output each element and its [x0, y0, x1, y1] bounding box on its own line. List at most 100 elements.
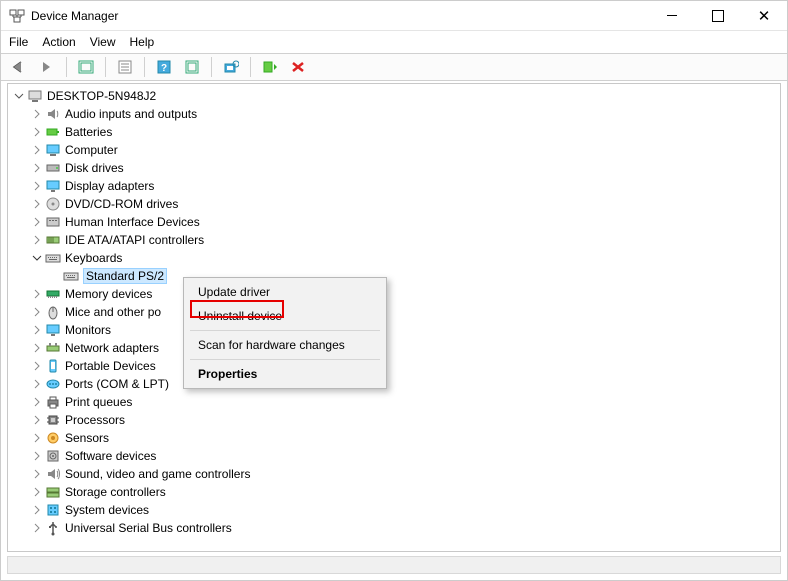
- scan-hardware-button[interactable]: [219, 56, 243, 78]
- mouse-icon: [45, 304, 61, 320]
- chevron-right-icon[interactable]: [30, 305, 44, 319]
- tree-category-label: Monitors: [65, 323, 111, 337]
- chevron-right-icon[interactable]: [30, 449, 44, 463]
- chevron-right-icon[interactable]: [30, 359, 44, 373]
- chevron-right-icon[interactable]: [30, 395, 44, 409]
- tree-category-label: Human Interface Devices: [65, 215, 200, 229]
- computer-icon: [45, 142, 61, 158]
- portable-icon: [45, 358, 61, 374]
- chevron-right-icon[interactable]: [30, 323, 44, 337]
- properties-button[interactable]: [113, 56, 137, 78]
- chevron-right-icon[interactable]: [30, 467, 44, 481]
- tree-category[interactable]: Display adapters: [26, 177, 780, 195]
- context-menu-uninstall-device[interactable]: Uninstall device: [186, 304, 384, 328]
- svg-text:?: ?: [161, 63, 167, 74]
- memory-icon: [45, 286, 61, 302]
- chevron-right-icon[interactable]: [30, 161, 44, 175]
- tree-category[interactable]: Monitors: [26, 321, 780, 339]
- tree-category[interactable]: Disk drives: [26, 159, 780, 177]
- device-tree-panel[interactable]: DESKTOP-5N948J2 Audio inputs and outputs…: [7, 83, 781, 552]
- cpu-icon: [45, 412, 61, 428]
- chevron-right-icon[interactable]: [30, 107, 44, 121]
- show-hide-tree-button[interactable]: [74, 56, 98, 78]
- tree-category[interactable]: Audio inputs and outputs: [26, 105, 780, 123]
- chevron-down-icon[interactable]: [30, 251, 44, 265]
- context-menu-update-driver[interactable]: Update driver: [186, 280, 384, 304]
- tree-device-label-selected: Standard PS/2: [83, 268, 167, 284]
- chevron-right-icon[interactable]: [30, 215, 44, 229]
- action-button[interactable]: [180, 56, 204, 78]
- status-bar: [7, 556, 781, 574]
- tree-category-label: IDE ATA/ATAPI controllers: [65, 233, 204, 247]
- tree-category-label: Storage controllers: [65, 485, 166, 499]
- tree-category[interactable]: Batteries: [26, 123, 780, 141]
- tree-category-label: DVD/CD-ROM drives: [65, 197, 178, 211]
- tree-category-label: Processors: [65, 413, 125, 427]
- tree-root[interactable]: DESKTOP-5N948J2: [8, 87, 780, 105]
- chevron-right-icon[interactable]: [30, 521, 44, 535]
- tree-category[interactable]: Software devices: [26, 447, 780, 465]
- sound-icon: [45, 466, 61, 482]
- hid-icon: [45, 214, 61, 230]
- tree-category[interactable]: IDE ATA/ATAPI controllers: [26, 231, 780, 249]
- chevron-right-icon[interactable]: [30, 125, 44, 139]
- tree-category[interactable]: Memory devices: [26, 285, 780, 303]
- uninstall-button[interactable]: [286, 56, 310, 78]
- chevron-right-icon[interactable]: [30, 503, 44, 517]
- tree-category[interactable]: Sensors: [26, 429, 780, 447]
- tree-category[interactable]: Computer: [26, 141, 780, 159]
- ports-icon: [45, 376, 61, 392]
- tree-category[interactable]: Portable Devices: [26, 357, 780, 375]
- close-button[interactable]: ✕: [741, 1, 787, 31]
- context-menu-scan-hardware[interactable]: Scan for hardware changes: [186, 333, 384, 357]
- context-menu-properties[interactable]: Properties: [186, 362, 384, 386]
- forward-button[interactable]: [35, 56, 59, 78]
- context-menu-separator: [190, 330, 380, 331]
- menu-action[interactable]: Action: [42, 35, 75, 49]
- tree-category-label: Ports (COM & LPT): [65, 377, 169, 391]
- tree-device[interactable]: Standard PS/2: [44, 267, 780, 285]
- chevron-right-icon[interactable]: [30, 143, 44, 157]
- tree-category[interactable]: Human Interface Devices: [26, 213, 780, 231]
- chevron-right-icon[interactable]: [30, 341, 44, 355]
- chevron-right-icon[interactable]: [30, 413, 44, 427]
- tree-category-label: Computer: [65, 143, 118, 157]
- chevron-right-icon[interactable]: [30, 377, 44, 391]
- menu-help[interactable]: Help: [130, 35, 155, 49]
- display-icon: [45, 178, 61, 194]
- disk-icon: [45, 160, 61, 176]
- chevron-down-icon[interactable]: [12, 89, 26, 103]
- software-icon: [45, 448, 61, 464]
- tree-category[interactable]: Universal Serial Bus controllers: [26, 519, 780, 537]
- toolbar: ?: [1, 53, 787, 81]
- chevron-right-icon[interactable]: [30, 197, 44, 211]
- tree-category[interactable]: Processors: [26, 411, 780, 429]
- tree-category[interactable]: Mice and other po: [26, 303, 780, 321]
- tree-category[interactable]: DVD/CD-ROM drives: [26, 195, 780, 213]
- maximize-button[interactable]: [695, 1, 741, 31]
- tree-category[interactable]: System devices: [26, 501, 780, 519]
- chevron-right-icon[interactable]: [30, 179, 44, 193]
- tree-category[interactable]: Storage controllers: [26, 483, 780, 501]
- tree-category[interactable]: Ports (COM & LPT): [26, 375, 780, 393]
- context-menu-separator: [190, 359, 380, 360]
- tree-category-label: Display adapters: [65, 179, 154, 193]
- chevron-right-icon[interactable]: [30, 233, 44, 247]
- menu-view[interactable]: View: [90, 35, 116, 49]
- minimize-button[interactable]: [649, 1, 695, 31]
- update-driver-button[interactable]: [258, 56, 282, 78]
- chevron-right-icon[interactable]: [30, 287, 44, 301]
- chevron-right-icon[interactable]: [30, 485, 44, 499]
- tree-category-label: Sound, video and game controllers: [65, 467, 250, 481]
- tree-category[interactable]: Sound, video and game controllers: [26, 465, 780, 483]
- chevron-right-icon[interactable]: [30, 431, 44, 445]
- tree-category[interactable]: Network adapters: [26, 339, 780, 357]
- tree-category-label: Batteries: [65, 125, 112, 139]
- menu-file[interactable]: File: [9, 35, 28, 49]
- help-button[interactable]: ?: [152, 56, 176, 78]
- back-button[interactable]: [7, 56, 31, 78]
- audio-icon: [45, 106, 61, 122]
- tree-category[interactable]: Keyboards: [26, 249, 780, 267]
- toolbar-separator: [211, 57, 212, 77]
- tree-category[interactable]: Print queues: [26, 393, 780, 411]
